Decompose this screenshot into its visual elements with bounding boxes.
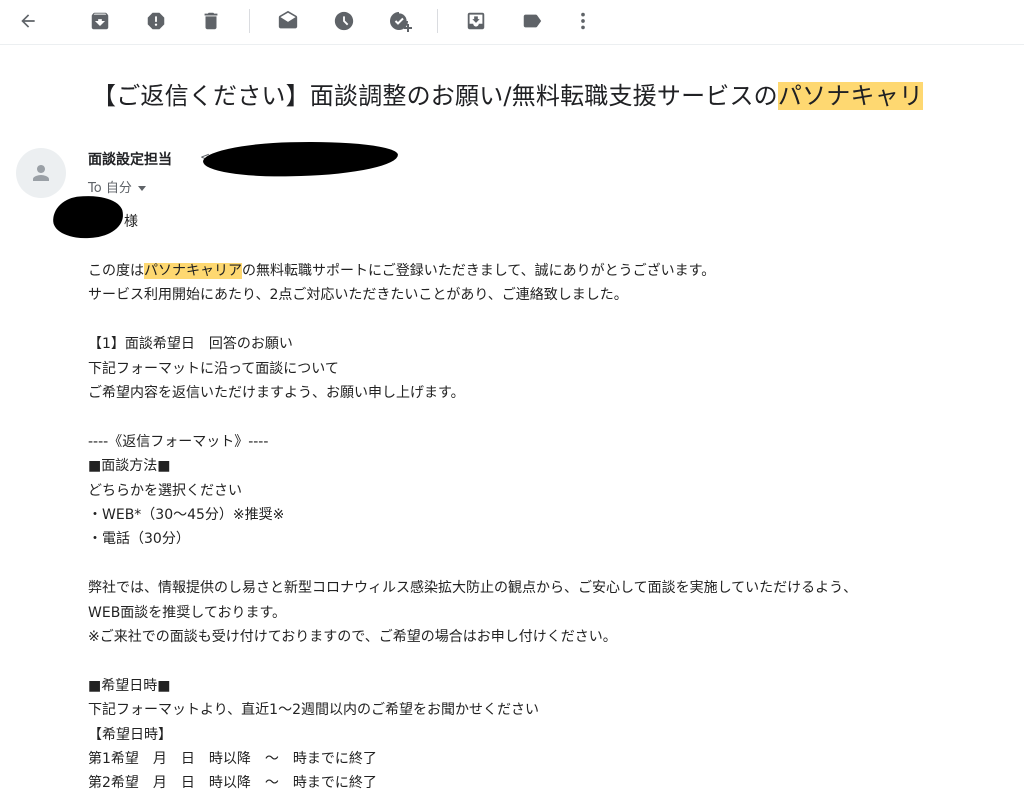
- body-text: の無料転職サポートにご登録いただきまして、誠にありがとうございます。: [242, 263, 716, 279]
- toolbar-divider: [249, 9, 250, 33]
- body-line: 第1希望 月 日 時以降 ～ 時までに終了: [88, 751, 377, 768]
- body-line: サービス利用開始にあたり、2点ご対応いただきたいことがあり、ご連絡致しました。: [88, 287, 628, 304]
- body-highlight: パソナキャリア: [144, 263, 242, 279]
- body-line: 下記フォーマットより、直近1～2週間以内のご希望をお聞かせください: [88, 702, 539, 719]
- archive-icon[interactable]: [85, 6, 115, 36]
- subject-highlight: パソナキャリ: [777, 82, 924, 110]
- body-line: どちらかを選択ください: [88, 482, 242, 499]
- email-body: この度はパソナキャリアの無料転職サポートにご登録いただきまして、誠にありがとうご…: [88, 259, 1018, 796]
- toolbar-divider: [437, 9, 438, 33]
- redaction-mark: [51, 193, 125, 241]
- move-to-icon[interactable]: [461, 6, 491, 36]
- delete-icon[interactable]: [196, 6, 226, 36]
- body-line: 第2希望 月 日 時以降 ～ 時までに終了: [88, 775, 377, 792]
- body-line: 下記フォーマットに沿って面談について: [88, 360, 339, 377]
- sender-avatar: [16, 148, 66, 198]
- body-line: 【1】面談希望日 回答のお願い: [88, 336, 293, 353]
- redaction-mark: [202, 139, 399, 179]
- recipient-line: To 自分: [88, 177, 146, 196]
- body-line: 弊社では、情報提供のし易さと新型コロナウィルス感染拡大防止の観点から、ご安心して…: [88, 580, 858, 597]
- body-line: 【希望日時】: [88, 726, 172, 743]
- person-icon: [33, 165, 49, 181]
- body-line: ■希望日時■: [88, 677, 171, 694]
- message-toolbar: [0, 0, 1024, 45]
- more-options-icon[interactable]: [568, 6, 598, 36]
- mark-unread-icon[interactable]: [273, 6, 303, 36]
- show-details-chevron-icon[interactable]: [137, 186, 146, 191]
- add-to-tasks-icon[interactable]: [385, 6, 415, 36]
- body-line: ■面談方法■: [88, 458, 171, 475]
- body-text: この度は: [88, 263, 144, 279]
- body-line: WEB面談を推奨しております。: [88, 604, 287, 621]
- body-line: ご希望内容を返信いただけますよう、お願い申し上げます。: [88, 385, 465, 402]
- body-line: ----《返信フォーマット》----: [88, 433, 269, 450]
- to-label: To 自分: [88, 181, 132, 196]
- body-line: ※ご来社での面談も受け付けておりますので、ご希望の場合はお申し付けください。: [88, 629, 617, 646]
- back-icon[interactable]: [13, 6, 43, 36]
- subject-text: 【ご返信ください】面談調整のお願い/無料転職支援サービスの: [92, 82, 778, 110]
- body-line: ・WEB*（30～45分）※推奨※: [88, 507, 285, 524]
- sender-name: 面談設定担当: [88, 152, 172, 168]
- snooze-icon[interactable]: [329, 6, 359, 36]
- label-icon[interactable]: [517, 6, 547, 36]
- body-line: ・電話（30分）: [88, 531, 190, 548]
- email-subject: 【ご返信ください】面談調整のお願い/無料転職支援サービスのパソナキャリ: [92, 76, 924, 111]
- greeting-honorific: 様: [124, 214, 138, 230]
- body-line: この度はパソナキャリアの無料転職サポートにご登録いただきまして、誠にありがとうご…: [88, 259, 1018, 283]
- report-spam-icon[interactable]: [141, 6, 171, 36]
